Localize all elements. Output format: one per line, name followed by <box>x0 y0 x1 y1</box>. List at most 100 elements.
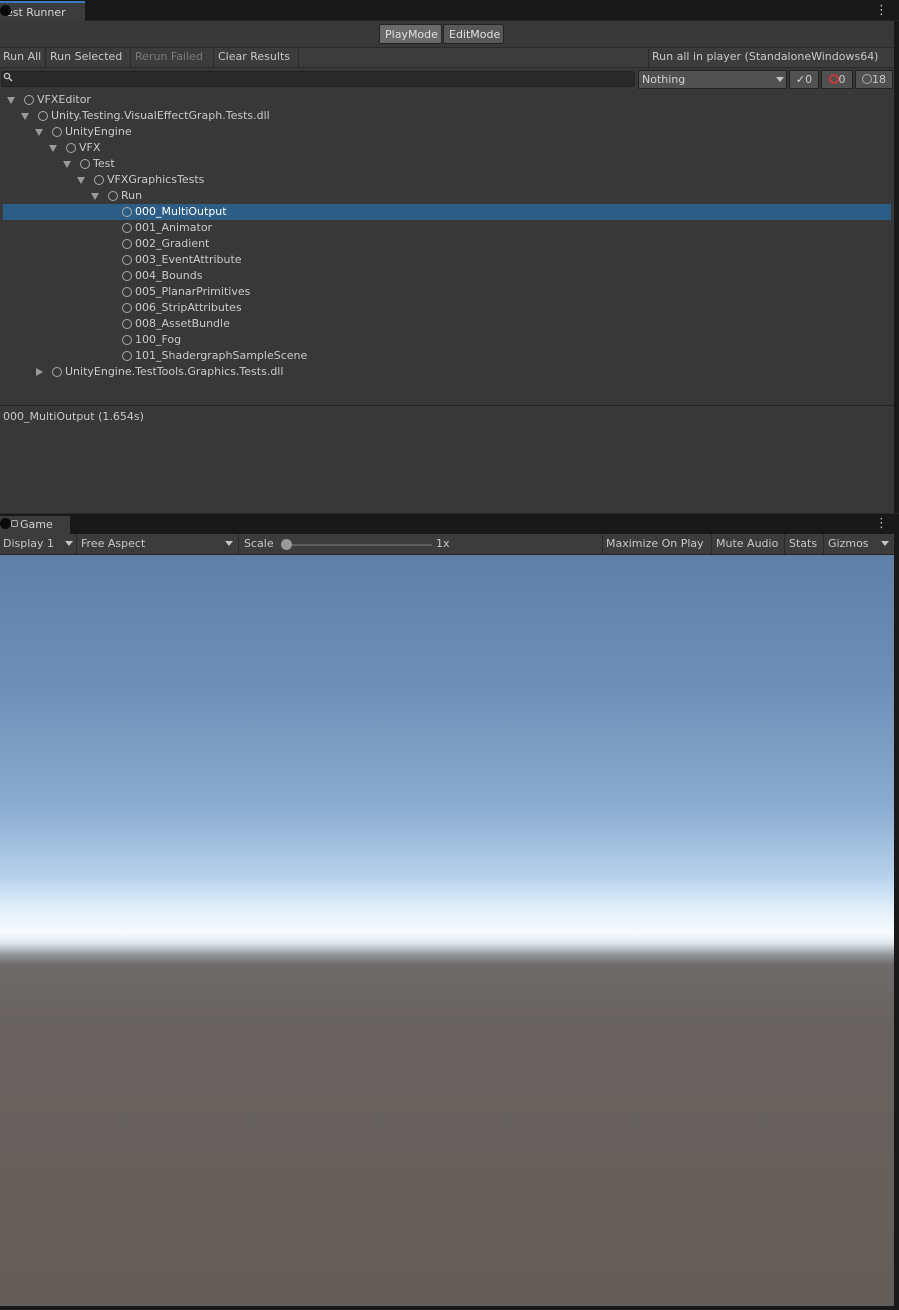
editmode-button[interactable]: EditMode <box>443 24 504 44</box>
gizmos-dropdown[interactable]: Gizmos <box>825 534 894 554</box>
display-value: Display 1 <box>3 537 55 550</box>
failed-filter-toggle[interactable]: 0 <box>821 70 853 89</box>
expand-arrow-down-icon[interactable] <box>7 97 15 104</box>
tree-item-label: 008_AssetBundle <box>135 317 230 330</box>
not-run-status-icon <box>66 143 76 153</box>
gamepad-icon <box>11 520 18 527</box>
not-run-count: 18 <box>872 73 886 86</box>
not-run-status-icon <box>108 191 118 201</box>
scale-slider-thumb[interactable] <box>281 539 292 550</box>
not-run-status-icon <box>24 95 34 105</box>
tree-row[interactable]: Run <box>0 188 891 204</box>
scale-value: 1x <box>436 537 450 550</box>
tree-item-label: 001_Animator <box>135 221 213 234</box>
expand-arrow-down-icon[interactable] <box>63 161 71 168</box>
maximize-on-play-toggle[interactable]: Maximize On Play <box>602 534 712 554</box>
stats-toggle[interactable]: Stats <box>786 534 824 554</box>
playmode-button[interactable]: PlayMode <box>379 24 442 44</box>
tree-row[interactable]: 000_MultiOutput <box>3 204 891 220</box>
not-run-status-icon <box>122 223 132 233</box>
failed-count: 0 <box>838 73 846 86</box>
tree-item-label: 006_StripAttributes <box>135 301 242 314</box>
tree-item-label: Run <box>121 189 143 202</box>
not-run-status-icon <box>94 175 104 185</box>
chevron-down-icon <box>65 541 73 546</box>
tree-row[interactable]: 100_Fog <box>0 332 891 348</box>
tree-row[interactable]: VFXGraphicsTests <box>0 172 891 188</box>
aspect-value: Free Aspect <box>81 537 146 550</box>
chevron-down-icon <box>776 77 784 82</box>
kebab-menu-icon[interactable]: ⋮ <box>875 4 888 18</box>
clear-results-label: Clear Results <box>218 50 290 63</box>
tree-row[interactable]: 003_EventAttribute <box>0 252 891 268</box>
run-in-player-button[interactable]: Run all in player (StandaloneWindows64) <box>648 48 894 67</box>
run-all-label: Run All <box>3 50 42 63</box>
run-in-player-label: Run all in player (StandaloneWindows64) <box>652 50 879 63</box>
not-run-status-icon <box>38 111 48 121</box>
run-selected-label: Run Selected <box>50 50 123 63</box>
tree-item-label: VFXEditor <box>37 93 91 106</box>
expand-arrow-down-icon[interactable] <box>35 129 43 136</box>
tree-item-label: 000_MultiOutput <box>135 205 227 218</box>
expand-arrow-down-icon[interactable] <box>21 113 29 120</box>
test-runner-toolbar: Run All Run Selected Rerun Failed Clear … <box>0 47 894 68</box>
search-input[interactable] <box>1 71 635 87</box>
game-viewport[interactable] <box>0 555 894 1306</box>
tree-row[interactable]: 008_AssetBundle <box>0 316 891 332</box>
panel-edge <box>894 21 899 513</box>
test-result-details: 000_MultiOutput (1.654s) <box>3 410 144 423</box>
clear-results-button[interactable]: Clear Results <box>215 48 299 67</box>
tree-row[interactable]: 006_StripAttributes <box>0 300 891 316</box>
scale-slider-track[interactable] <box>284 544 432 546</box>
tree-row[interactable]: 004_Bounds <box>0 268 891 284</box>
tree-item-label: 005_PlanarPrimitives <box>135 285 251 298</box>
maximize-on-play-label: Maximize On Play <box>606 537 704 550</box>
tree-row[interactable]: 005_PlanarPrimitives <box>0 284 891 300</box>
search-icon <box>3 72 13 84</box>
rerun-failed-button[interactable]: Rerun Failed <box>132 48 214 67</box>
expand-arrow-down-icon[interactable] <box>77 177 85 184</box>
tree-row[interactable]: UnityEngine <box>0 124 891 140</box>
not-run-status-icon <box>52 127 62 137</box>
not-run-status-icon <box>122 271 132 281</box>
game-tabbar <box>0 513 899 535</box>
tree-item-label: Unity.Testing.VisualEffectGraph.Tests.dl… <box>51 109 270 122</box>
run-selected-button[interactable]: Run Selected <box>47 48 131 67</box>
tree-item-label: 002_Gradient <box>135 237 210 250</box>
not-run-status-icon <box>122 239 132 249</box>
filter-selected-value: Nothing <box>642 73 686 86</box>
not-run-status-icon <box>122 335 132 345</box>
tree-row[interactable]: 001_Animator <box>0 220 891 236</box>
tab-test-runner[interactable]: est Runner <box>0 1 85 21</box>
window-dot-icon <box>0 5 11 16</box>
tree-row[interactable]: Test <box>0 156 891 172</box>
tree-row[interactable]: 002_Gradient <box>0 236 891 252</box>
not-run-status-icon <box>122 287 132 297</box>
tree-row[interactable]: VFXEditor <box>0 92 891 108</box>
expand-arrow-down-icon[interactable] <box>49 145 57 152</box>
category-filter-dropdown[interactable]: Nothing <box>638 70 787 89</box>
not-run-status-icon <box>80 159 90 169</box>
run-all-button[interactable]: Run All <box>0 48 46 67</box>
passed-filter-toggle[interactable]: ✓0 <box>789 70 819 89</box>
expand-arrow-right-icon[interactable] <box>36 368 43 376</box>
not-run-status-icon <box>122 303 132 313</box>
aspect-dropdown[interactable]: Free Aspect <box>78 534 239 554</box>
tree-row[interactable]: Unity.Testing.VisualEffectGraph.Tests.dl… <box>0 108 891 124</box>
rerun-failed-label: Rerun Failed <box>135 50 203 63</box>
tree-row[interactable]: 101_ShadergraphSampleScene <box>0 348 891 364</box>
test-runner-tabbar <box>0 0 899 21</box>
display-dropdown[interactable]: Display 1 <box>0 534 77 554</box>
expand-arrow-down-icon[interactable] <box>91 193 99 200</box>
mute-audio-toggle[interactable]: Mute Audio <box>713 534 785 554</box>
tree-row[interactable]: VFX <box>0 140 891 156</box>
failed-circle-icon <box>828 74 839 84</box>
tree-item-label: UnityEngine <box>65 125 132 138</box>
tree-item-label: VFX <box>79 141 101 154</box>
not-run-filter-toggle[interactable]: 18 <box>855 70 893 89</box>
tree-row[interactable]: UnityEngine.TestTools.Graphics.Tests.dll <box>0 364 891 380</box>
gizmos-label: Gizmos <box>828 537 869 550</box>
kebab-menu-icon[interactable]: ⋮ <box>875 517 888 531</box>
panel-edge <box>894 555 899 1306</box>
tab-title: est Runner <box>6 6 66 19</box>
